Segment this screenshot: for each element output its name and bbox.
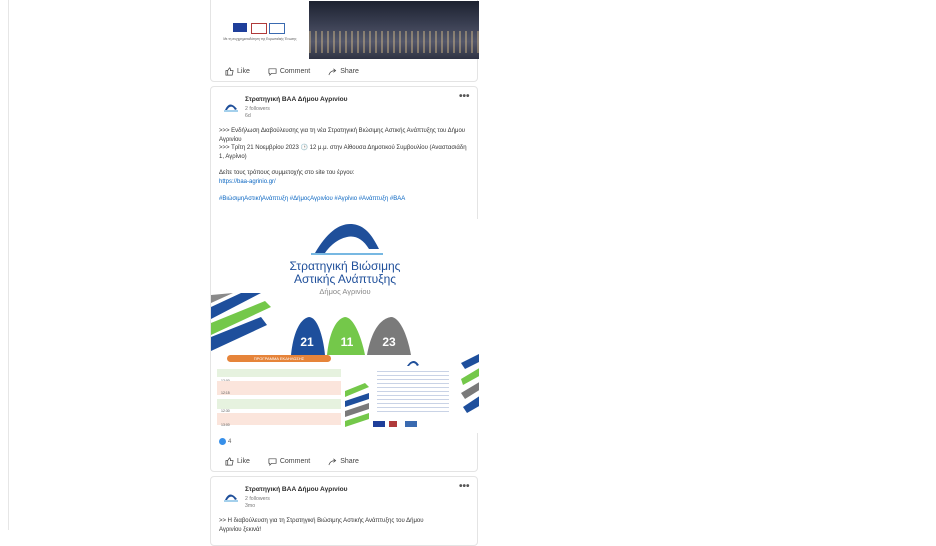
share-label: Share	[340, 458, 359, 465]
post-time: 6d	[245, 113, 251, 119]
eu-flag-icon	[233, 23, 247, 32]
program-header: ΠΡΟΓΡΑΜΜΑ ΕΚΔΗΛΩΣΗΣ	[227, 355, 331, 362]
banner-image: Με τη συγχρηματοδότηση της Ευρωπαϊκής Έν…	[211, 1, 479, 59]
post-line-2: >>> Τρίτη 21 Νοεμβρίου 2023 🕒 12 μ.μ. στ…	[219, 145, 467, 160]
prev-post-actions: Like Comment Share	[225, 67, 377, 76]
reactions-summary[interactable]: 4	[219, 438, 231, 445]
author-name[interactable]: Στρατηγική ΒΑΑ Δήμου Αγρινίου	[245, 486, 348, 493]
comment-button[interactable]: Comment	[268, 67, 310, 76]
share-label: Share	[340, 68, 359, 75]
comment-icon	[268, 68, 277, 76]
poster-title-line-2: Αστικής Ανάπτυξης	[293, 272, 397, 286]
post-actions: Like Comment Share	[225, 457, 377, 466]
share-button[interactable]: Share	[328, 457, 359, 466]
program-panel: ΠΡΟΓΡΑΜΜΑ ΕΚΔΗΛΩΣΗΣ 12:00 12:15 12:30 13…	[217, 355, 341, 433]
poster-title-line-1: Στρατηγική Βιώσιμης	[289, 259, 401, 273]
eu-logos-panel: Με τη συγχρηματοδότηση της Ευρωπαϊκής Έν…	[211, 1, 309, 59]
date-badge-23-text: 23	[382, 335, 396, 349]
comment-label: Comment	[279, 458, 311, 465]
share-icon	[328, 68, 337, 76]
like-button[interactable]: Like	[225, 67, 250, 76]
project-link[interactable]: https://baa-agrinio.gr/	[219, 179, 276, 185]
like-label: Like	[237, 458, 250, 465]
share-icon	[328, 458, 337, 466]
thumbs-up-icon	[225, 67, 234, 76]
author-followers: 2 followers	[245, 496, 270, 502]
left-divider	[8, 0, 9, 530]
decorative-stripes-right-icon	[461, 354, 479, 413]
author-avatar-logo-icon[interactable]	[221, 486, 241, 506]
post-body: >> Η διαβούλευση για τη Στρατηγική Βιώσι…	[219, 517, 469, 534]
like-button[interactable]: Like	[225, 457, 250, 466]
hashtags[interactable]: #ΒιώσιμηΑστικήΑνάπτυξη #ΔήμοςΑγρινίου #Α…	[219, 195, 469, 204]
date-badge-11: 11	[327, 317, 365, 355]
author-name[interactable]: Στρατηγική ΒΑΑ Δήμου Αγρινίου	[245, 96, 348, 103]
post-card-next: Στρατηγική ΒΑΑ Δήμου Αγρινίου 2 follower…	[210, 476, 478, 546]
program-row-4: 13:00	[217, 413, 341, 427]
invitation-logos-strip	[373, 421, 453, 427]
author-avatar-logo-icon[interactable]	[221, 96, 241, 116]
decorative-stripes-left-icon	[211, 293, 271, 351]
invitation-logo-icon	[407, 360, 419, 366]
more-options-icon[interactable]: •••	[459, 481, 470, 492]
like-reaction-icon	[219, 438, 226, 445]
post-line-1: >> Η διαβούλευση για τη Στρατηγική Βιώσι…	[219, 518, 424, 524]
decorative-stripes-bottom-icon	[345, 383, 369, 427]
date-badge-21-text: 21	[300, 335, 314, 349]
banner-caption: Με τη συγχρηματοδότηση της Ευρωπαϊκής Έν…	[223, 37, 297, 41]
program-row-1: 12:00	[217, 369, 341, 383]
thumbs-up-icon	[225, 457, 234, 466]
more-options-icon[interactable]: •••	[459, 91, 470, 102]
post-card-previous: Με τη συγχρηματοδότηση της Ευρωπαϊκής Έν…	[210, 0, 479, 82]
espa-logo-icon-2	[269, 23, 285, 34]
comment-icon	[268, 458, 277, 466]
program-row-3: 12:30	[217, 399, 341, 413]
comment-label: Comment	[279, 68, 311, 75]
program-row-2: 12:15	[217, 381, 341, 395]
share-button[interactable]: Share	[328, 67, 359, 76]
post-time: 3mo	[245, 503, 256, 509]
post-card: Στρατηγική ΒΑΑ Δήμου Αγρινίου 2 follower…	[210, 86, 479, 472]
date-badge-11-text: 11	[341, 335, 354, 349]
date-badge-21: 21	[291, 317, 325, 355]
post-body: >>> Ενδήλωση Διαβούλευσης για τη νέα Στρ…	[219, 127, 469, 203]
date-badge-23: 23	[367, 317, 411, 355]
city-night-photo	[309, 1, 479, 59]
espa-logo-icon	[251, 23, 267, 34]
post-image[interactable]: Στρατηγική Βιώσιμης Αστικής Ανάπτυξης Δή…	[211, 219, 479, 433]
comment-button[interactable]: Comment	[268, 457, 310, 466]
program-row-2-time: 12:15	[221, 391, 230, 395]
post-line-3: Δείτε τους τρόπους συμμετοχής στο site τ…	[219, 170, 355, 177]
post-line-1: >>> Ενδήλωση Διαβούλευσης για τη νέα Στρ…	[219, 128, 466, 143]
invitation-text-block	[377, 371, 449, 415]
author-followers: 2 followers	[245, 106, 270, 112]
like-label: Like	[237, 68, 250, 75]
program-row-4-time: 13:00	[221, 423, 230, 427]
reactions-count: 4	[228, 438, 232, 445]
strategy-logo-icon	[311, 224, 383, 255]
